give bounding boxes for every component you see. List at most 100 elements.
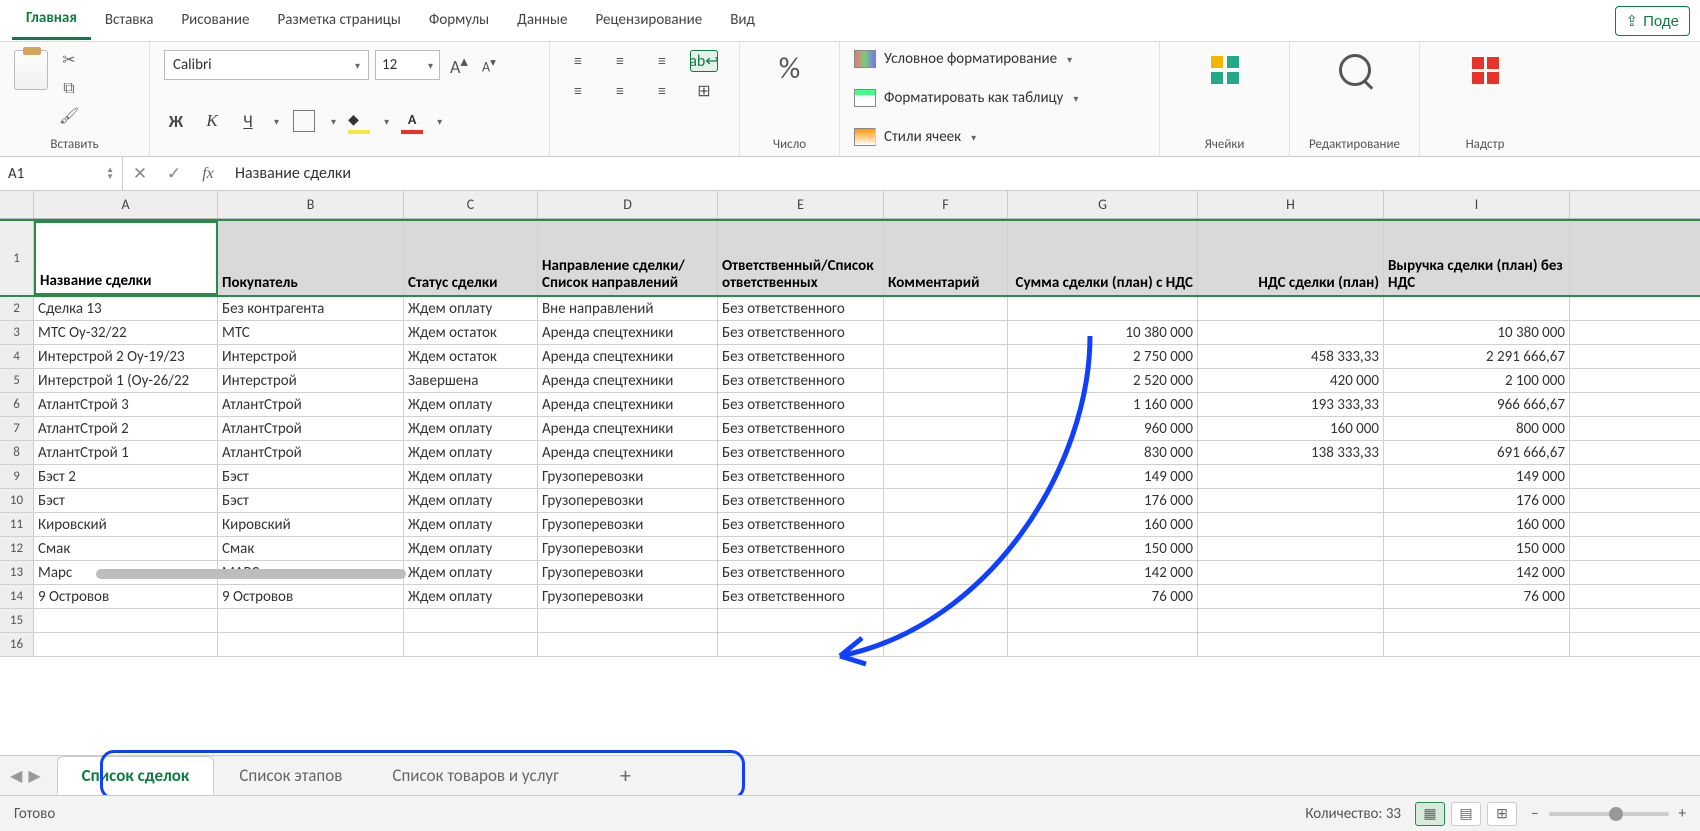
cell-D5[interactable]: Аренда спецтехники (538, 369, 718, 392)
cell-E2[interactable]: Без ответственного (718, 297, 884, 320)
cell-B12[interactable]: Смак (218, 537, 404, 560)
cell-H14[interactable] (1198, 585, 1384, 608)
cell-B11[interactable]: Кировский (218, 513, 404, 536)
cell-A12[interactable]: Смак (34, 537, 218, 560)
cell-D12[interactable]: Грузоперевозки (538, 537, 718, 560)
row-header[interactable]: 5 (0, 369, 34, 392)
increase-font-icon[interactable]: A▴ (446, 52, 472, 78)
cell-H6[interactable]: 193 333,33 (1198, 393, 1384, 416)
cell-C4[interactable]: Ждем остаток (404, 345, 538, 368)
align-top-icon[interactable]: ≡ (564, 50, 592, 72)
cell-F5[interactable] (884, 369, 1008, 392)
zoom-slider[interactable] (1549, 812, 1669, 816)
cell-E11[interactable]: Без ответственного (718, 513, 884, 536)
cell-C6[interactable]: Ждем оплату (404, 393, 538, 416)
cell-H10[interactable] (1198, 489, 1384, 512)
cell-D9[interactable]: Грузоперевозки (538, 465, 718, 488)
cell-B8[interactable]: АтлантСтрой (218, 441, 404, 464)
row-header[interactable]: 6 (0, 393, 34, 416)
cell-E8[interactable]: Без ответственного (718, 441, 884, 464)
ribbon-tab-4[interactable]: Формулы (415, 3, 503, 39)
select-all-corner[interactable] (0, 191, 34, 218)
ribbon-tab-6[interactable]: Рецензирование (582, 3, 717, 39)
cell-H15[interactable] (1198, 609, 1384, 632)
share-button[interactable]: ⇪ Поде (1615, 6, 1690, 36)
row-header[interactable]: 2 (0, 297, 34, 320)
cell-F4[interactable] (884, 345, 1008, 368)
cell-B4[interactable]: Интерстрой (218, 345, 404, 368)
cell-B3[interactable]: МТС (218, 321, 404, 344)
cell-I11[interactable]: 160 000 (1384, 513, 1570, 536)
cell-D13[interactable]: Грузоперевозки (538, 561, 718, 584)
cell-C3[interactable]: Ждем остаток (404, 321, 538, 344)
cell-C16[interactable] (404, 633, 538, 656)
cell-I10[interactable]: 176 000 (1384, 489, 1570, 512)
cell-H12[interactable] (1198, 537, 1384, 560)
cell-D4[interactable]: Аренда спецтехники (538, 345, 718, 368)
conditional-formatting-button[interactable]: Условное форматирование ▾ (854, 50, 1145, 68)
cell-I3[interactable]: 10 380 000 (1384, 321, 1570, 344)
cell-G5[interactable]: 2 520 000 (1008, 369, 1198, 392)
cell-A3[interactable]: МТС Оу-32/22 (34, 321, 218, 344)
borders-button[interactable] (293, 110, 315, 132)
cell-A7[interactable]: АтлантСтрой 2 (34, 417, 218, 440)
cell-F8[interactable] (884, 441, 1008, 464)
cell-B7[interactable]: АтлантСтрой (218, 417, 404, 440)
cells-icon[interactable] (1205, 50, 1245, 90)
decrease-font-icon[interactable]: A▾ (478, 55, 500, 76)
cell-I16[interactable] (1384, 633, 1570, 656)
cell-A4[interactable]: Интерстрой 2 Оу-19/23 (34, 345, 218, 368)
row-header[interactable]: 7 (0, 417, 34, 440)
cell-B9[interactable]: Бэст (218, 465, 404, 488)
cell-I4[interactable]: 2 291 666,67 (1384, 345, 1570, 368)
cell-D6[interactable]: Аренда спецтехники (538, 393, 718, 416)
cell-C13[interactable]: Ждем оплату (404, 561, 538, 584)
cell-D14[interactable]: Грузоперевозки (538, 585, 718, 608)
cell-C12[interactable]: Ждем оплату (404, 537, 538, 560)
cell-I2[interactable] (1384, 297, 1570, 320)
italic-button[interactable]: К (200, 109, 224, 133)
cell-D11[interactable]: Грузоперевозки (538, 513, 718, 536)
ribbon-tab-1[interactable]: Вставка (91, 3, 168, 39)
cell-E14[interactable]: Без ответственного (718, 585, 884, 608)
cell-E16[interactable] (718, 633, 884, 656)
cell-B2[interactable]: Без контрагента (218, 297, 404, 320)
sheet-tab-0[interactable]: Список сделок (57, 756, 215, 795)
row-header[interactable]: 1 (0, 221, 34, 295)
cell-D1[interactable]: Направление сделки/Список направлений (538, 221, 718, 295)
cell-I7[interactable]: 800 000 (1384, 417, 1570, 440)
cell-D10[interactable]: Грузоперевозки (538, 489, 718, 512)
column-header-F[interactable]: F (884, 191, 1008, 218)
row-header[interactable]: 4 (0, 345, 34, 368)
cell-F12[interactable] (884, 537, 1008, 560)
cell-G13[interactable]: 142 000 (1008, 561, 1198, 584)
cell-A11[interactable]: Кировский (34, 513, 218, 536)
cell-F9[interactable] (884, 465, 1008, 488)
cell-C11[interactable]: Ждем оплату (404, 513, 538, 536)
cell-H5[interactable]: 420 000 (1198, 369, 1384, 392)
sheet-tab-1[interactable]: Список этапов (214, 756, 367, 795)
cell-E13[interactable]: Без ответственного (718, 561, 884, 584)
cell-G10[interactable]: 176 000 (1008, 489, 1198, 512)
cell-H11[interactable] (1198, 513, 1384, 536)
cell-G2[interactable] (1008, 297, 1198, 320)
cell-H16[interactable] (1198, 633, 1384, 656)
cut-icon[interactable]: ✂ (58, 50, 80, 70)
wrap-text-button[interactable]: ab↩ (690, 50, 718, 72)
fx-icon[interactable]: fx (191, 157, 225, 190)
view-page-layout-button[interactable]: ▤ (1451, 802, 1481, 826)
cell-A15[interactable] (34, 609, 218, 632)
row-header[interactable]: 15 (0, 609, 34, 632)
cell-G12[interactable]: 150 000 (1008, 537, 1198, 560)
align-center-icon[interactable]: ≡ (606, 80, 634, 102)
column-header-D[interactable]: D (538, 191, 718, 218)
cell-C2[interactable]: Ждем оплату (404, 297, 538, 320)
column-header-C[interactable]: C (404, 191, 538, 218)
column-header-G[interactable]: G (1008, 191, 1198, 218)
font-color-button[interactable]: А (401, 111, 423, 131)
format-as-table-button[interactable]: Форматировать как таблицу ▾ (854, 89, 1145, 107)
cell-C8[interactable]: Ждем оплату (404, 441, 538, 464)
zoom-in-button[interactable]: + (1679, 805, 1686, 823)
cell-G11[interactable]: 160 000 (1008, 513, 1198, 536)
ribbon-tab-7[interactable]: Вид (716, 3, 769, 39)
